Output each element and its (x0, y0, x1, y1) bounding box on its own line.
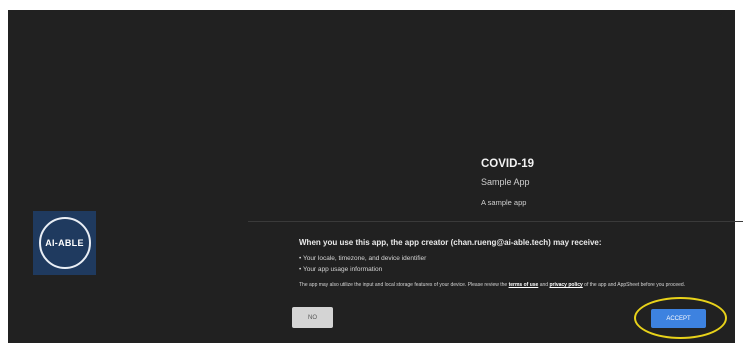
consent-list: • Your locale, timezone, and device iden… (299, 253, 729, 275)
consent-note-text: The app may also utilize the input and l… (299, 282, 509, 288)
consent-item-device: • Your locale, timezone, and device iden… (299, 255, 427, 262)
no-button[interactable]: NO (292, 307, 333, 328)
consent-item-usage: • Your app usage information (299, 266, 383, 273)
brand-logo: AI-ABLE (33, 211, 96, 275)
svg-text:y: y (720, 10, 725, 19)
divider (248, 221, 743, 222)
terms-of-use-link[interactable]: terms of use (509, 282, 539, 288)
app-description: A sample app (481, 198, 527, 207)
app-info: COVID-19 Sample App A sample app (481, 158, 534, 207)
accept-highlight-circle (634, 297, 727, 339)
overflow-icon: y (719, 10, 729, 20)
consent-note: The app may also utilize the input and l… (299, 281, 719, 289)
app-subtitle: Sample App (481, 177, 530, 187)
consent-note-end: of the app and AppSheet before you proce… (582, 282, 686, 288)
brand-logo-ring: AI-ABLE (38, 217, 91, 269)
consent-heading: When you use this app, the app creator (… (299, 238, 602, 247)
privacy-policy-link[interactable]: privacy policy (549, 282, 582, 288)
consent-note-and: and (538, 282, 550, 288)
consent-panel: When you use this app, the app creator (… (299, 238, 729, 289)
app-screen: y AI-ABLE COVID-19 Sample App A sample a… (8, 10, 743, 343)
app-title: COVID-19 (481, 158, 535, 170)
brand-logo-text: AI-ABLE (45, 238, 84, 248)
